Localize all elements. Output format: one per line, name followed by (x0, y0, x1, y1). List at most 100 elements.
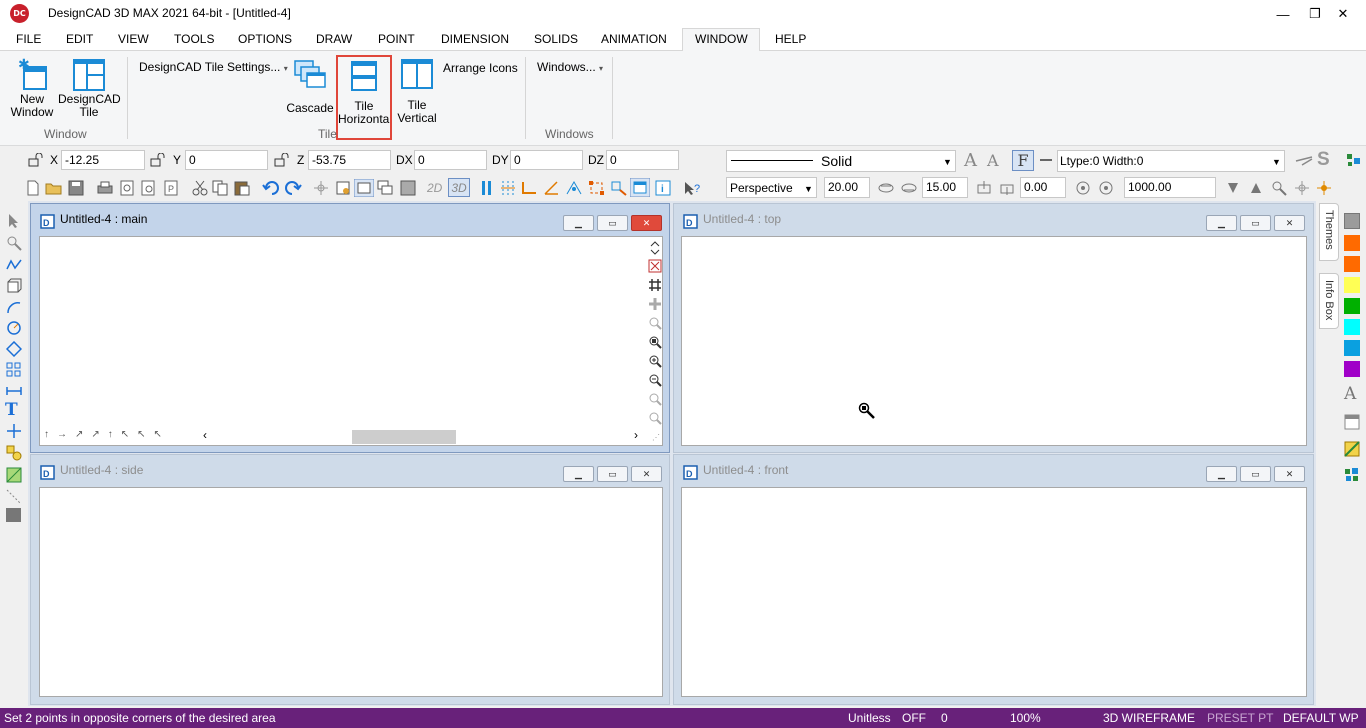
color-swatch-blue[interactable] (1344, 340, 1360, 356)
redraw-icon[interactable] (335, 180, 351, 196)
dx-field[interactable]: 0 (414, 150, 487, 170)
array-tool-icon[interactable] (6, 362, 22, 378)
snap-point-icon[interactable] (313, 180, 329, 196)
color-swatch-yellow[interactable] (1344, 277, 1360, 293)
new-window-button[interactable]: ✱ New Window (8, 57, 56, 119)
scroll-updown-icon[interactable] (648, 239, 662, 257)
windows-dropdown[interactable]: Windows... ▾ (537, 60, 603, 74)
tile-settings-dropdown[interactable]: DesignCAD Tile Settings... ▾ (139, 60, 288, 74)
menu-animation[interactable]: ANIMATION (601, 32, 667, 46)
dimension-tool-icon[interactable] (6, 383, 22, 399)
spin-left-icon[interactable] (1074, 180, 1092, 196)
ltype-width-dropdown[interactable]: Ltype:0 Width:0 ▼ (1057, 150, 1285, 172)
viewport-restore-button[interactable]: ▭ (597, 215, 628, 231)
new-file-icon[interactable] (26, 180, 40, 196)
color-swatch-green[interactable] (1344, 298, 1360, 314)
material-icon[interactable] (1344, 441, 1360, 457)
rotate-right-icon[interactable] (900, 180, 918, 196)
redo-icon[interactable] (284, 180, 302, 196)
zoom-previous-icon[interactable] (648, 392, 662, 406)
status-snap[interactable]: OFF (902, 711, 926, 725)
drawing-canvas[interactable] (681, 487, 1307, 697)
layer-manager-icon[interactable] (1344, 467, 1360, 483)
layers-icon[interactable] (1346, 152, 1362, 168)
themes-tab[interactable]: Themes (1319, 203, 1339, 261)
status-workplane[interactable]: DEFAULT WP (1283, 711, 1359, 725)
font-size-up-icon[interactable]: A (964, 150, 977, 171)
z-coordinate-field[interactable]: -53.75 (308, 150, 391, 170)
close-button[interactable]: ✕ (1320, 0, 1366, 28)
viewport-window-main[interactable]: D Untitled-4 : main ▁ ▭ ✕ ↑→↗↗↑↖↖↖ ‹ › ⋰ (30, 203, 670, 453)
horizontal-scrollbar-thumb[interactable] (352, 430, 456, 444)
cascade-button[interactable]: Cascade (286, 59, 334, 115)
copy-icon[interactable] (212, 180, 228, 196)
dy-field[interactable]: 0 (510, 150, 583, 170)
move-down-icon[interactable] (1225, 180, 1241, 196)
tile-windows-icon[interactable] (354, 179, 374, 197)
view-param-field-3[interactable]: 0.00 (1020, 177, 1066, 198)
preview-icon[interactable] (141, 180, 155, 196)
table-icon[interactable] (1344, 414, 1360, 430)
lock-icon[interactable] (150, 153, 166, 167)
viewport-restore-button[interactable]: ▭ (1240, 466, 1271, 482)
line-tool-icon[interactable] (6, 489, 22, 505)
menu-view[interactable]: VIEW (118, 32, 149, 46)
arc-tool-icon[interactable] (6, 299, 22, 315)
tilt-up-icon[interactable] (975, 180, 993, 196)
viewport-minimize-button[interactable]: ▁ (563, 215, 594, 231)
drawing-canvas[interactable] (681, 236, 1307, 446)
designcad-tile-button[interactable]: DesignCAD Tile (58, 57, 121, 119)
angle-snap-icon[interactable] (543, 180, 559, 196)
fill-toggle-button[interactable]: F (1012, 150, 1034, 171)
projection-dropdown[interactable]: Perspective ▼ (726, 177, 817, 198)
close-view-icon[interactable] (648, 259, 662, 273)
color-swatch-gray[interactable] (1344, 213, 1360, 229)
menu-dimension[interactable]: DIMENSION (441, 32, 509, 46)
line-weight-icon[interactable] (1040, 159, 1052, 161)
color-swatch-cyan[interactable] (1344, 319, 1360, 335)
status-render-mode[interactable]: 3D WIREFRAME (1103, 711, 1195, 725)
viewport-minimize-button[interactable]: ▁ (1206, 215, 1237, 231)
tile-horizontal-button[interactable]: Tile Horizontal (336, 55, 392, 140)
move-up-icon[interactable] (1248, 180, 1264, 196)
viewport-restore-button[interactable]: ▭ (1240, 215, 1271, 231)
drawing-canvas[interactable]: ↑→↗↗↑↖↖↖ ‹ › ⋰ (39, 236, 663, 446)
scroll-left-icon[interactable]: ‹ (203, 428, 207, 442)
color-swatch-purple[interactable] (1344, 361, 1360, 377)
zoom-area-icon[interactable] (648, 335, 662, 349)
pause-icon[interactable] (480, 180, 494, 196)
menu-help[interactable]: HELP (775, 32, 806, 46)
viewport-restore-button[interactable]: ▭ (597, 466, 628, 482)
menu-solids[interactable]: SOLIDS (534, 32, 578, 46)
resize-grip-icon[interactable]: ⋰ (652, 433, 660, 442)
menu-tools[interactable]: TOOLS (174, 32, 214, 46)
tile-vertical-button[interactable]: Tile Vertical (396, 55, 438, 125)
lock-icon[interactable] (28, 153, 44, 167)
zoom-window-icon[interactable] (648, 316, 662, 330)
dz-field[interactable]: 0 (606, 150, 679, 170)
drawing-canvas[interactable] (39, 487, 663, 697)
info-box-tab[interactable]: Info Box (1319, 273, 1339, 329)
menu-point[interactable]: POINT (378, 32, 415, 46)
open-folder-icon[interactable] (45, 180, 63, 196)
polyline-tool-icon[interactable] (6, 257, 22, 273)
print-preview-icon[interactable] (120, 180, 134, 196)
text-style-icon[interactable]: A (1344, 384, 1356, 404)
menu-file[interactable]: FILE (16, 32, 41, 46)
symbol-tool-icon[interactable] (6, 445, 22, 461)
view-param-field-4[interactable]: 1000.00 (1124, 177, 1216, 198)
view-2d-button[interactable]: 2D (427, 181, 442, 195)
font-size-down-icon[interactable]: A (987, 151, 999, 170)
text-tool-icon[interactable]: T (5, 400, 18, 420)
box-tool-icon[interactable] (6, 278, 22, 294)
spin-right-icon[interactable] (1097, 180, 1115, 196)
tilt-down-icon[interactable] (998, 180, 1016, 196)
viewport-close-button[interactable]: ✕ (1274, 466, 1305, 482)
window-list-icon[interactable] (400, 180, 416, 196)
status-units[interactable]: Unitless (848, 711, 891, 725)
rotate-left-icon[interactable] (877, 180, 895, 196)
zoom-all-icon[interactable] (648, 411, 662, 425)
menu-draw[interactable]: DRAW (316, 32, 352, 46)
viewport-close-button[interactable]: ✕ (1274, 215, 1305, 231)
line-style-dropdown[interactable]: Solid ▼ (726, 150, 956, 172)
